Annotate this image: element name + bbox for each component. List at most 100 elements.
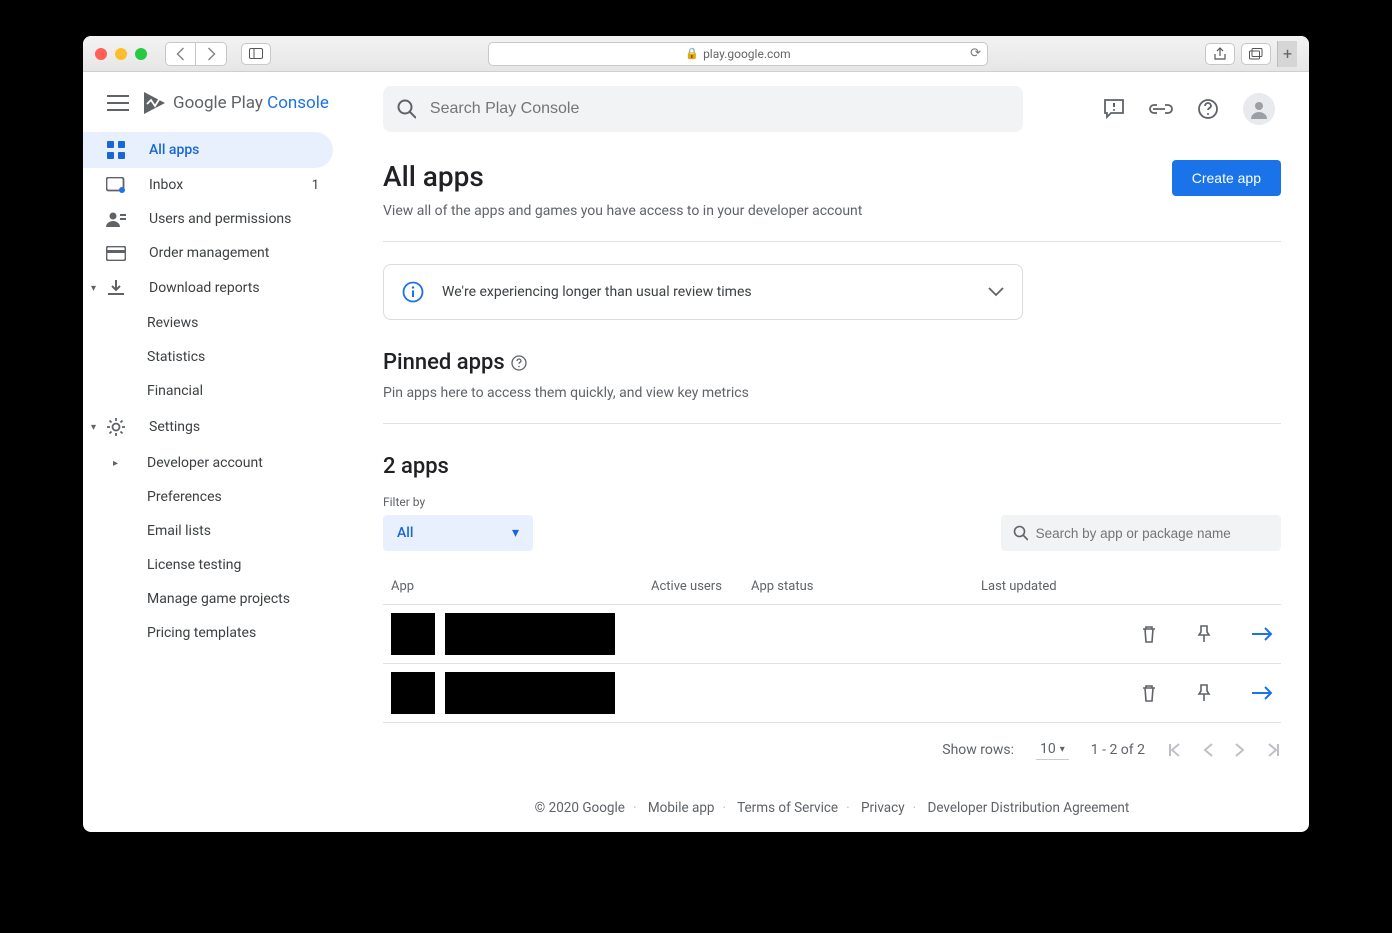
download-icon (105, 279, 127, 297)
sidebar-item-label: All apps (149, 142, 199, 158)
prev-page-icon[interactable] (1203, 743, 1213, 757)
minimize-window-button[interactable] (115, 48, 127, 60)
footer-link-tos[interactable]: Terms of Service (737, 800, 838, 816)
app-cell (391, 672, 635, 714)
show-rows-label: Show rows: (942, 742, 1014, 758)
delete-icon[interactable] (1141, 625, 1157, 643)
create-app-button[interactable]: Create app (1172, 160, 1281, 196)
collapse-icon: ▾ (91, 283, 96, 294)
sidebar-toggle-button[interactable] (241, 43, 271, 65)
sidebar-item-download-reports[interactable]: ▾ Download reports (83, 270, 333, 306)
gear-icon (105, 417, 127, 437)
sidebar-item-reviews[interactable]: Reviews (83, 306, 333, 340)
filter-value: All (397, 525, 413, 541)
col-app-status: App status (743, 569, 973, 605)
sidebar-item-developer-account[interactable]: Developer account (83, 446, 333, 480)
link-icon[interactable] (1149, 102, 1173, 116)
first-page-icon[interactable] (1167, 743, 1181, 757)
divider (383, 423, 1281, 424)
maximize-window-button[interactable] (135, 48, 147, 60)
app-search-input[interactable] (1036, 526, 1269, 541)
app-cell (391, 613, 635, 655)
hamburger-icon[interactable] (107, 95, 129, 111)
sidebar-item-label: Inbox (149, 177, 183, 193)
app-name-redacted (445, 672, 615, 714)
sidebar-item-users-permissions[interactable]: Users and permissions (83, 202, 333, 236)
page-head: All apps View all of the apps and games … (383, 160, 1281, 219)
close-window-button[interactable] (95, 48, 107, 60)
help-icon[interactable] (1197, 98, 1219, 120)
sidebar-item-inbox[interactable]: Inbox 1 (83, 168, 333, 202)
sidebar-item-email-lists[interactable]: Email lists (83, 514, 333, 548)
last-page-icon[interactable] (1267, 743, 1281, 757)
search-icon (397, 99, 416, 119)
url-text: play.google.com (703, 47, 791, 61)
app-body: Google Play Console All apps Inbox 1 Use… (83, 72, 1309, 832)
top-icons (1103, 93, 1281, 125)
col-last-updated: Last updated (973, 569, 1101, 605)
main-content: All apps View all of the apps and games … (383, 72, 1309, 832)
feedback-icon[interactable] (1103, 98, 1125, 120)
pin-icon[interactable] (1197, 684, 1211, 702)
sidebar-item-manage-game-projects[interactable]: Manage game projects (83, 582, 333, 616)
app-icon-redacted (391, 672, 435, 714)
sidebar-item-label: Settings (149, 419, 200, 435)
search-bar[interactable] (383, 86, 1023, 132)
notice-text: We're experiencing longer than usual rev… (442, 284, 970, 300)
sidebar-item-label: Manage game projects (147, 591, 290, 607)
sidebar-item-label: Users and permissions (149, 211, 291, 227)
next-page-icon[interactable] (1235, 743, 1245, 757)
browser-nav-group (165, 42, 227, 66)
filter-select[interactable]: All ▾ (383, 515, 533, 551)
sidebar-item-label: Order management (149, 245, 269, 261)
sidebar-item-order-management[interactable]: Order management (83, 236, 333, 270)
logo-text: Google Play Console (173, 93, 329, 113)
arrow-right-icon[interactable] (1251, 686, 1273, 700)
tabs-button[interactable] (1241, 43, 1271, 65)
sidebar-item-preferences[interactable]: Preferences (83, 480, 333, 514)
delete-icon[interactable] (1141, 684, 1157, 702)
sidebar-item-label: Preferences (147, 489, 222, 505)
forward-button[interactable] (196, 43, 226, 65)
search-input[interactable] (430, 100, 1009, 118)
sidebar-item-financial[interactable]: Financial (83, 374, 333, 408)
notice-banner[interactable]: We're experiencing longer than usual rev… (383, 264, 1023, 320)
sidebar: Google Play Console All apps Inbox 1 Use… (83, 72, 383, 832)
mac-titlebar: 🔒 play.google.com ⟳ + (83, 36, 1309, 72)
footer: © 2020 Google· Mobile app· Terms of Serv… (383, 760, 1281, 832)
sidebar-item-pricing-templates[interactable]: Pricing templates (83, 616, 333, 650)
sidebar-header: Google Play Console (83, 82, 383, 132)
top-row (383, 72, 1281, 146)
sidebar-item-label: Developer account (147, 455, 263, 471)
url-bar[interactable]: 🔒 play.google.com ⟳ (488, 42, 988, 66)
table-row[interactable] (383, 605, 1281, 664)
arrow-right-icon[interactable] (1251, 627, 1273, 641)
pin-icon[interactable] (1197, 625, 1211, 643)
pinned-apps-subtitle: Pin apps here to access them quickly, an… (383, 385, 1281, 401)
rows-select[interactable]: 10▾ (1036, 739, 1069, 760)
sidebar-item-all-apps[interactable]: All apps (83, 132, 333, 168)
app-search-bar[interactable] (1001, 515, 1281, 551)
divider (383, 241, 1281, 242)
footer-link-privacy[interactable]: Privacy (861, 800, 905, 816)
help-circle-icon[interactable] (511, 355, 527, 371)
refresh-icon[interactable]: ⟳ (970, 46, 981, 61)
new-tab-button[interactable]: + (1277, 41, 1297, 67)
avatar[interactable] (1243, 93, 1275, 125)
titlebar-right: + (1205, 41, 1297, 67)
footer-link-mobile-app[interactable]: Mobile app (648, 800, 715, 816)
table-row[interactable] (383, 664, 1281, 723)
footer-link-dda[interactable]: Developer Distribution Agreement (927, 800, 1129, 816)
back-button[interactable] (166, 43, 196, 65)
apps-grid-icon (105, 141, 127, 159)
inbox-icon (105, 177, 127, 193)
users-icon (105, 211, 127, 227)
logo[interactable]: Google Play Console (141, 90, 329, 116)
share-button[interactable] (1205, 43, 1235, 65)
traffic-lights (95, 48, 147, 60)
sidebar-item-license-testing[interactable]: License testing (83, 548, 333, 582)
inbox-badge: 1 (312, 178, 319, 193)
apps-count-heading: 2 apps (383, 454, 1281, 479)
sidebar-item-statistics[interactable]: Statistics (83, 340, 333, 374)
sidebar-item-settings[interactable]: ▾ Settings (83, 408, 333, 446)
